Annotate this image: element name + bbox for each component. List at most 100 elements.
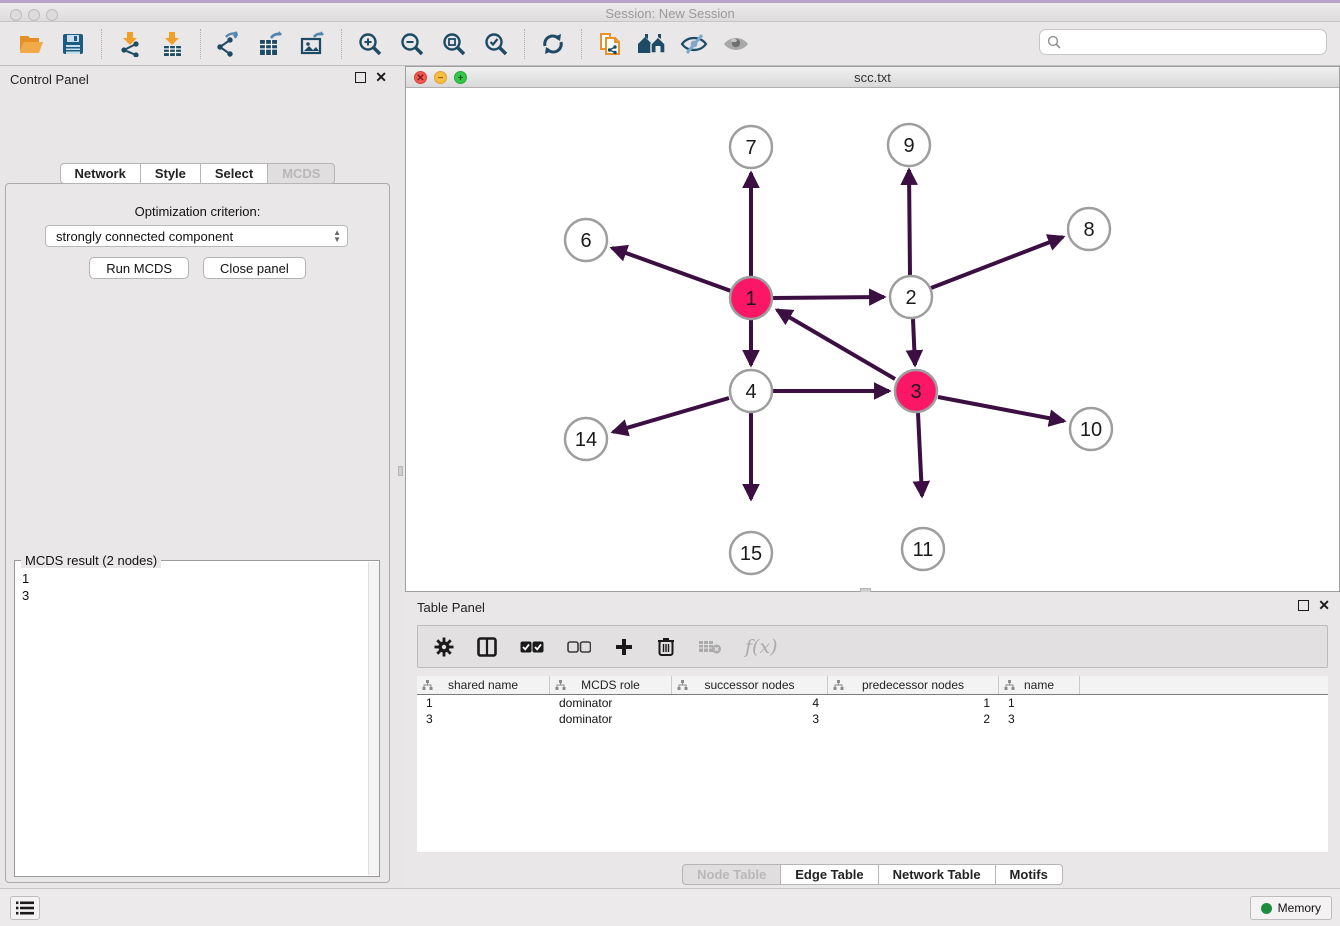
network-view-titlebar[interactable]: ✕ − + scc.txt (406, 67, 1339, 88)
app-window: Session: New Session (0, 0, 1340, 926)
table-cell[interactable]: dominator (550, 696, 672, 710)
close-panel-icon[interactable]: ✕ (375, 72, 387, 83)
graph-edge-2-3[interactable] (913, 319, 915, 365)
graph-edge-1-6[interactable] (612, 248, 731, 291)
tab-network-table[interactable]: Network Table (879, 864, 996, 885)
graph-node-3[interactable]: 3 (895, 370, 937, 412)
graph-edge-3-1[interactable] (777, 310, 895, 379)
close-panel-button[interactable]: Close panel (203, 257, 306, 279)
list-item[interactable]: 1 (22, 570, 367, 587)
graph-edge-2-8[interactable] (931, 237, 1063, 288)
graph-edge-1-2[interactable] (773, 297, 884, 298)
graph-node-8[interactable]: 8 (1068, 208, 1110, 250)
graph-node-14[interactable]: 14 (565, 418, 607, 460)
table-cell[interactable]: dominator (550, 712, 672, 726)
search-field[interactable] (1039, 29, 1327, 55)
table-cell[interactable]: 3 (417, 712, 550, 726)
copy-network-icon[interactable] (595, 30, 625, 58)
table-cell[interactable]: 1 (999, 696, 1080, 710)
first-neighbors-icon[interactable] (637, 30, 667, 58)
column-header-predecessor-nodes[interactable]: predecessor nodes (828, 676, 999, 694)
split-panel-icon[interactable] (477, 634, 497, 660)
import-table-icon[interactable] (157, 30, 187, 58)
mcds-result-box: MCDS result (2 nodes) 13 (14, 560, 380, 877)
zoom-selected-icon[interactable] (481, 30, 511, 58)
column-header-shared-name[interactable]: shared name (417, 676, 550, 694)
graph-edge-4-14[interactable] (613, 398, 729, 432)
run-mcds-button[interactable]: Run MCDS (89, 257, 189, 279)
mcds-result-list: 13 (15, 564, 367, 876)
task-history-button[interactable] (10, 896, 40, 920)
network-canvas[interactable]: 7 9 6 8 1 2 4 3 14 10 15 11 (406, 89, 1339, 591)
tab-mcds[interactable]: MCDS (268, 163, 335, 184)
graph-edge-2-9[interactable] (909, 170, 910, 275)
graph-node-4[interactable]: 4 (730, 370, 772, 412)
tree-icon (833, 680, 844, 691)
deselect-all-icon[interactable] (567, 634, 591, 660)
result-scrollbar[interactable] (368, 562, 379, 875)
pane-splitter-handle[interactable] (398, 466, 403, 476)
svg-text:7: 7 (745, 137, 756, 159)
graph-node-11[interactable]: 11 (902, 528, 944, 570)
list-item[interactable]: 3 (22, 587, 367, 604)
hide-selected-icon[interactable] (679, 30, 709, 58)
table-header-row[interactable]: shared nameMCDS rolesuccessor nodesprede… (417, 676, 1328, 695)
gear-icon[interactable] (434, 634, 454, 660)
show-all-icon[interactable] (721, 30, 751, 58)
memory-button[interactable]: Memory (1250, 896, 1332, 920)
search-input[interactable] (1066, 35, 1326, 50)
table-cell[interactable]: 2 (828, 712, 999, 726)
delete-column-icon[interactable] (657, 634, 675, 660)
zoom-in-icon[interactable] (355, 30, 385, 58)
export-image-icon[interactable] (298, 30, 328, 58)
open-folder-icon[interactable] (16, 30, 46, 58)
column-header-successor-nodes[interactable]: successor nodes (672, 676, 828, 694)
export-network-icon[interactable] (214, 30, 244, 58)
table-row[interactable]: 1dominator411 (417, 695, 1328, 711)
graph-edge-3-10[interactable] (938, 397, 1064, 421)
zoom-out-icon[interactable] (397, 30, 427, 58)
tab-style[interactable]: Style (141, 163, 201, 184)
graph-edge-3-11[interactable] (918, 413, 922, 496)
table-cell[interactable]: 1 (417, 696, 550, 710)
export-table-icon[interactable] (256, 30, 286, 58)
graph-node-15[interactable]: 15 (730, 532, 772, 574)
table-cell[interactable]: 3 (672, 712, 828, 726)
table-cell[interactable]: 3 (999, 712, 1080, 726)
list-icon (16, 901, 34, 915)
node-table: shared nameMCDS rolesuccessor nodesprede… (417, 676, 1328, 852)
toolbar-separator (524, 29, 525, 59)
control-panel: Control Panel ✕ Network Style Select MCD… (0, 66, 395, 888)
table-cell[interactable]: 4 (672, 696, 828, 710)
save-icon[interactable] (58, 30, 88, 58)
table-cell[interactable]: 1 (828, 696, 999, 710)
close-panel-icon[interactable]: ✕ (1318, 600, 1330, 611)
graph-node-2[interactable]: 2 (890, 276, 932, 318)
column-header-name[interactable]: name (999, 676, 1080, 694)
tab-select[interactable]: Select (201, 163, 268, 184)
float-panel-icon[interactable] (1298, 600, 1309, 611)
graph-node-1[interactable]: 1 (730, 277, 772, 319)
table-row[interactable]: 3dominator323 (417, 711, 1328, 727)
graph-node-6[interactable]: 6 (565, 219, 607, 261)
add-column-icon[interactable] (614, 634, 634, 660)
column-header-MCDS-role[interactable]: MCDS role (550, 676, 672, 694)
tab-motifs[interactable]: Motifs (996, 864, 1063, 885)
select-all-icon[interactable] (520, 634, 544, 660)
graph-node-9[interactable]: 9 (888, 124, 930, 166)
graph-node-10[interactable]: 10 (1070, 408, 1112, 450)
refresh-icon[interactable] (538, 30, 568, 58)
zoom-fit-icon[interactable] (439, 30, 469, 58)
criterion-select[interactable]: strongly connected component ▲▼ (45, 225, 348, 247)
table-panel: Table Panel ✕ (405, 592, 1340, 888)
tab-network[interactable]: Network (60, 163, 141, 184)
graph-node-7[interactable]: 7 (730, 126, 772, 168)
tab-node-table[interactable]: Node Table (682, 864, 781, 885)
float-panel-icon[interactable] (355, 72, 366, 83)
network-graph[interactable]: 7 9 6 8 1 2 4 3 14 10 15 11 (406, 89, 1339, 592)
tab-edge-table[interactable]: Edge Table (781, 864, 878, 885)
import-network-icon[interactable] (115, 30, 145, 58)
control-panel-title: Control Panel (10, 72, 89, 87)
network-view-title: scc.txt (406, 70, 1339, 85)
window-titlebar: Session: New Session (0, 0, 1340, 22)
